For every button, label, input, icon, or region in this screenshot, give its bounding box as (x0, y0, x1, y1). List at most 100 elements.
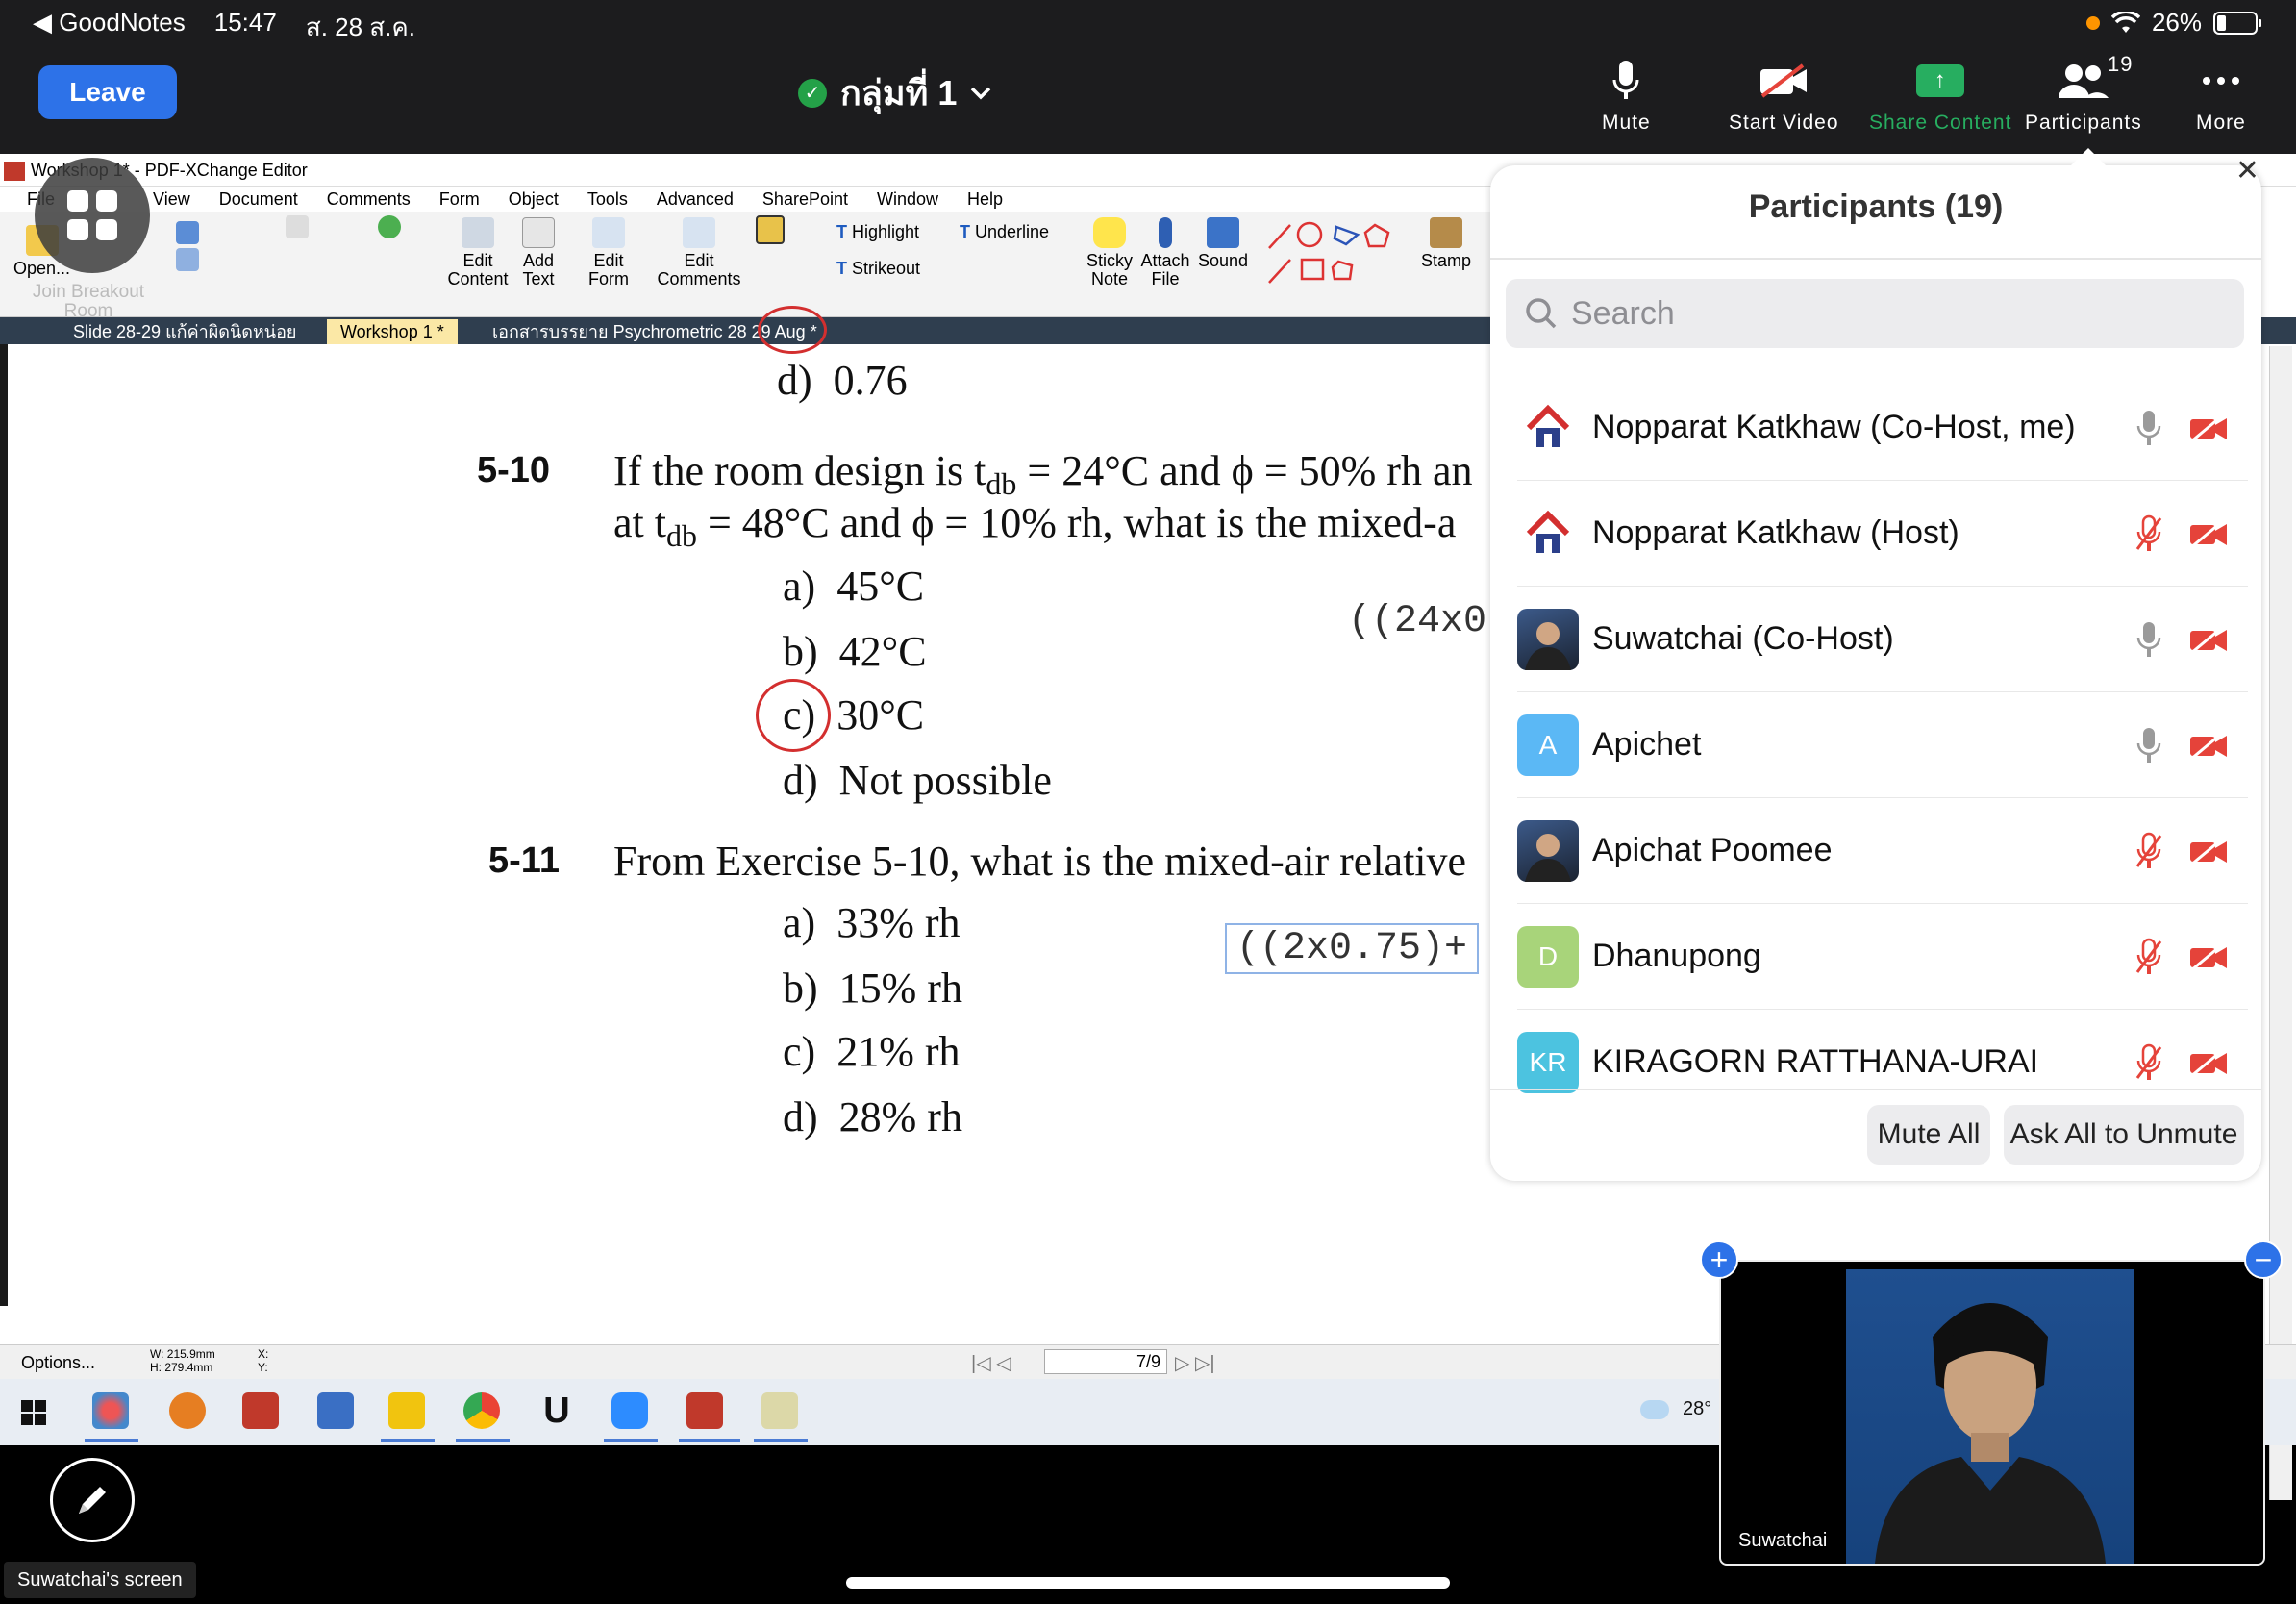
menu-item-form[interactable]: Form (439, 187, 480, 212)
zoom-app-icon[interactable] (611, 1392, 648, 1429)
highlight-tool[interactable]: T Highlight (836, 223, 919, 241)
rotate-tool[interactable] (377, 215, 402, 242)
participant-row[interactable]: Suwatchai (Co-Host) (1517, 587, 2248, 692)
participant-row[interactable]: Nopparat Katkhaw (Host) (1517, 481, 2248, 587)
taskbar-active-indicator (381, 1439, 435, 1442)
menu-item-window[interactable]: Window (877, 187, 938, 212)
participant-row[interactable]: A Apichet (1517, 692, 2248, 798)
hand-tool[interactable] (285, 215, 310, 242)
edit-comments-button[interactable]: Edit Comments (654, 217, 744, 288)
options-dropdown[interactable]: Options... (21, 1353, 95, 1373)
edit-form-icon (592, 217, 625, 248)
typewriter-tool[interactable] (754, 215, 786, 248)
sound-button[interactable]: Sound (1196, 217, 1250, 270)
ribbon-toolbar: Open... Edit Content Add Text Edit Form … (0, 212, 1500, 317)
annotate-button[interactable] (50, 1458, 135, 1542)
sticky-note-icon (1093, 217, 1126, 248)
strikeout-tool[interactable]: T Strikeout (836, 260, 920, 278)
underline-icon: T (960, 222, 975, 241)
sticky-note-button[interactable]: Sticky Note (1085, 217, 1135, 288)
vertical-scrollbar[interactable] (2269, 346, 2292, 1500)
edit-content-button[interactable]: Edit Content (444, 217, 512, 288)
menu-item-object[interactable]: Object (509, 187, 559, 212)
pdf-xchange-taskbar-icon[interactable] (686, 1392, 723, 1429)
video-tile[interactable]: Suwatchai (1719, 1260, 2265, 1566)
tab-slide-28-29[interactable]: Slide 28-29 แก้ค่าผิดนิดหน่อย (60, 319, 310, 344)
question-number-5-11: 5-11 (488, 840, 560, 881)
video-off-icon (2188, 412, 2229, 443)
menu-item-comments[interactable]: Comments (327, 187, 411, 212)
participant-name: Nopparat Katkhaw (Host) (1592, 514, 1959, 551)
shape-tools[interactable] (1265, 219, 1400, 287)
search-app-icon[interactable] (169, 1392, 206, 1429)
participants-panel: ✕ Participants (19) Search Nopparat Katk… (1490, 148, 2261, 1181)
edit-content-icon (462, 217, 494, 248)
more-button[interactable]: More (2196, 56, 2246, 135)
avatar: A (1517, 714, 1579, 776)
mcafee-icon[interactable] (242, 1392, 279, 1429)
snipping-tool-icon[interactable] (92, 1392, 129, 1429)
chrome-icon[interactable] (463, 1392, 500, 1429)
file-explorer-icon[interactable] (388, 1392, 425, 1429)
highlight-icon: T (836, 222, 852, 241)
share-content-button[interactable]: ↑ Share Content (1869, 56, 2011, 135)
menu-item-help[interactable]: Help (967, 187, 1003, 212)
participants-search-input[interactable]: Search (1506, 279, 2244, 348)
menu-item-tools[interactable]: Tools (587, 187, 628, 212)
menu-item-advanced[interactable]: Advanced (657, 187, 734, 212)
windows-start-icon[interactable] (21, 1400, 46, 1425)
mic-on-icon (2134, 409, 2163, 447)
minimize-video-button[interactable]: − (2244, 1241, 2283, 1279)
attach-file-button[interactable]: Attach File (1140, 217, 1190, 288)
start-video-button[interactable]: Start Video (1729, 56, 1839, 135)
network-app-icon[interactable] (317, 1392, 354, 1429)
menu-item-view[interactable]: View (153, 187, 190, 212)
participant-row[interactable]: Nopparat Katkhaw (Co-Host, me) (1517, 375, 2248, 481)
status-date: ส. 28 ส.ค. (305, 13, 415, 41)
participant-row[interactable]: D Dhanupong (1517, 904, 2248, 1010)
zoom-apps-button[interactable] (35, 158, 150, 273)
shapes-icon (1268, 221, 1390, 284)
participants-button[interactable]: Participants 19 (2025, 52, 2142, 135)
page-number-field[interactable]: 7/9 (1044, 1349, 1167, 1374)
ask-all-to-unmute-button[interactable]: Ask All to Unmute (2004, 1105, 2244, 1165)
home-indicator[interactable] (846, 1577, 1450, 1589)
shared-screen-owner-label: Suwatchai's screen (4, 1562, 196, 1598)
page-nav-next-last[interactable]: ▷ ▷| (1175, 1351, 1215, 1375)
underline-tool[interactable]: T Underline (960, 223, 1049, 241)
stamp-icon (1430, 217, 1462, 248)
status-time: 15:47 (213, 8, 277, 37)
menu-item-sharepoint[interactable]: SharePoint (762, 187, 848, 212)
page-nav-first-prev[interactable]: |◁ ◁ (971, 1351, 1011, 1375)
stamp-button[interactable]: Stamp (1419, 217, 1473, 270)
undo-icon[interactable] (176, 221, 199, 244)
menu-item-document[interactable]: Document (219, 187, 298, 212)
encryption-shield-icon: ✓ (798, 78, 827, 108)
taskbar-active-indicator (679, 1439, 740, 1442)
edit-form-button[interactable]: Edit Form (585, 217, 633, 288)
add-text-button[interactable]: Add Text (519, 217, 558, 288)
video-off-icon (2188, 729, 2229, 761)
taskbar-active-indicator (456, 1439, 510, 1442)
participant-row[interactable]: Apichat Poomee (1517, 798, 2248, 904)
tab-workshop-1[interactable]: Workshop 1 * (327, 319, 458, 344)
q10-annotation-text: ((24x0 (1348, 600, 1487, 643)
mic-on-icon (2134, 620, 2163, 659)
close-icon[interactable]: ✕ (2235, 154, 2259, 188)
chart-app-icon[interactable] (761, 1392, 798, 1429)
leave-button[interactable]: Leave (38, 65, 177, 119)
back-to-app-link[interactable]: ◀ GoodNotes (33, 8, 186, 47)
mute-button[interactable]: Mute (1602, 56, 1651, 135)
u-app-icon[interactable]: U (538, 1392, 575, 1429)
mute-all-button[interactable]: Mute All (1867, 1105, 1990, 1165)
meeting-title-dropdown[interactable]: ✓ กลุ่มที่ 1 (798, 65, 991, 120)
expand-video-button[interactable]: + (1700, 1241, 1738, 1279)
participants-title: Participants (19) (1748, 188, 2004, 225)
q10-option-c: c) 30°C (783, 691, 925, 739)
q11-annotation-textbox[interactable]: ((2x0.75)+ (1225, 923, 1480, 974)
redo-icon[interactable] (176, 248, 199, 271)
participant-name: Apichet (1592, 726, 1702, 763)
join-breakout-room-label[interactable]: Join Breakout Room (21, 283, 156, 321)
q10-option-a: a) 45°C (783, 563, 925, 610)
apps-grid-icon (67, 190, 117, 240)
